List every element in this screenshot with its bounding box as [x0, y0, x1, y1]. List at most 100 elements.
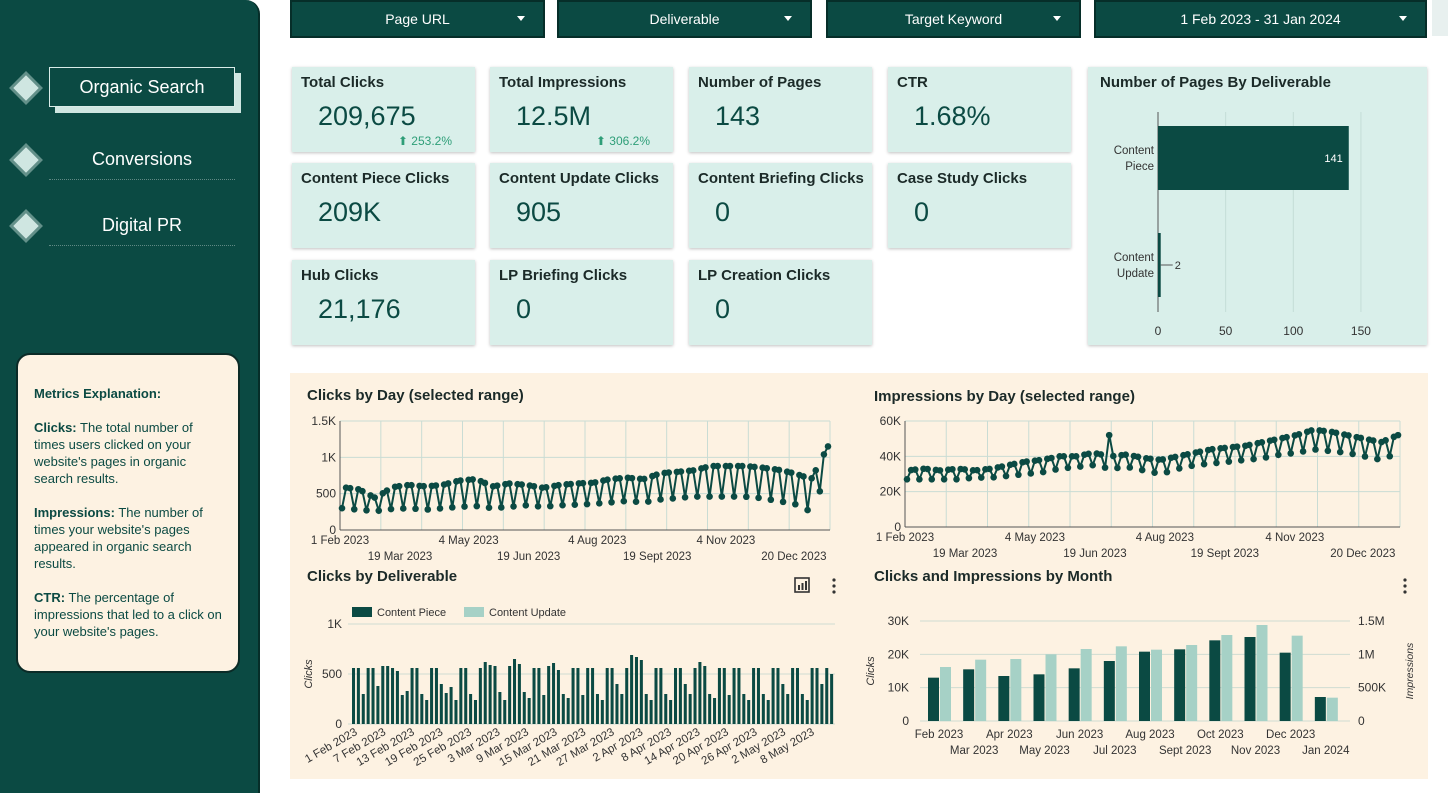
data-point — [1246, 441, 1253, 449]
pages-by-deliverable-chart: 0 50 100 150 Content Piece 141 Content Update 2 — [1114, 112, 1371, 338]
filter-date-range[interactable]: 1 Feb 2023 - 31 Jan 2024 — [1094, 0, 1427, 38]
scorecard-ctr: CTR 1.68% — [888, 67, 1071, 152]
data-point — [510, 503, 517, 510]
bar — [683, 684, 687, 724]
data-point — [448, 504, 456, 511]
data-point — [399, 505, 407, 512]
sidebar-item-label[interactable]: Organic Search — [49, 67, 235, 107]
sidebar-item-label[interactable]: Conversions — [49, 140, 235, 180]
sidebar-item-digital-pr[interactable]: Digital PR — [0, 201, 258, 251]
bar — [532, 668, 536, 724]
data-point — [1114, 464, 1121, 472]
data-point — [542, 484, 550, 491]
data-point — [346, 484, 354, 492]
data-point — [1312, 446, 1319, 453]
clicks-impressions-by-month-chart: 0 10K 20K 30K 0 500K 1M 1.5M Clicks Impressions Fe… — [865, 614, 1416, 757]
charts-panel: Clicks by Day (selected range) Impressio… — [290, 373, 1428, 779]
data-point — [1134, 453, 1142, 461]
data-point — [1374, 455, 1381, 463]
bar — [756, 668, 760, 724]
data-point — [1159, 456, 1167, 463]
y-tick-label-left: 10K — [888, 681, 909, 695]
data-point — [1002, 472, 1010, 480]
data-point — [493, 482, 501, 489]
bar — [503, 700, 507, 724]
filter-page-url[interactable]: Page URL — [290, 0, 545, 38]
bar — [391, 668, 395, 724]
y-axis-label-left: Clicks — [865, 656, 877, 686]
data-point — [820, 451, 828, 458]
x-tick-label: 19 Jun 2023 — [497, 551, 560, 563]
data-point — [949, 465, 956, 473]
scorecard-value: 1.68% — [914, 101, 991, 131]
data-point — [604, 476, 611, 484]
bar-clicks — [1314, 697, 1326, 721]
category-label: Content — [1114, 145, 1155, 157]
data-point — [640, 475, 648, 483]
data-point — [977, 474, 985, 481]
data-point — [473, 502, 481, 510]
bar — [669, 700, 673, 724]
data-point — [1221, 444, 1229, 452]
bar — [805, 700, 809, 724]
y-tick-label: 40K — [880, 449, 901, 463]
x-tick-label: Dec 2023 — [1266, 729, 1315, 741]
data-point — [1299, 448, 1307, 455]
data-point — [387, 505, 395, 513]
bar — [444, 693, 448, 724]
data-point — [457, 477, 464, 484]
bar-clicks — [1139, 651, 1150, 721]
bar — [810, 668, 814, 724]
data-point — [1072, 453, 1080, 460]
data-point — [616, 475, 624, 482]
bar — [678, 668, 682, 724]
data-point — [653, 471, 660, 478]
x-tick-label: 19 Sept 2023 — [1191, 548, 1259, 560]
bar — [591, 668, 595, 724]
bar — [766, 700, 770, 724]
bar — [517, 664, 521, 724]
x-tick-label: 19 Mar 2023 — [933, 548, 998, 560]
scorecard-case-study-clicks: Case Study Clicks 0 — [888, 163, 1071, 248]
bar — [630, 655, 634, 724]
data-point — [591, 479, 599, 486]
filter-target-keyword[interactable]: Target Keyword — [826, 0, 1081, 38]
data-point — [1369, 437, 1377, 444]
x-tick-label: 1 Feb 2023 — [311, 535, 369, 547]
data-point — [730, 493, 738, 500]
sidebar-item-organic-search[interactable]: Organic Search — [0, 63, 258, 113]
bar — [356, 668, 360, 724]
caret-down-icon — [1053, 16, 1061, 21]
x-tick-label: 20 Dec 2023 — [761, 551, 826, 563]
filter-deliverable[interactable]: Deliverable — [557, 0, 812, 38]
bar-clicks — [1244, 637, 1256, 721]
data-point — [808, 475, 815, 482]
x-tick-label: Sept 2023 — [1159, 745, 1211, 757]
bar-clicks — [928, 677, 939, 721]
scorecard-title: Total Clicks — [301, 74, 385, 91]
y-tick-label-left: 20K — [888, 647, 909, 661]
sidebar-item-conversions[interactable]: Conversions — [0, 135, 258, 185]
data-point — [1060, 453, 1068, 460]
bar — [376, 686, 380, 724]
bar — [483, 662, 487, 724]
bar — [610, 668, 614, 724]
data-point — [1386, 452, 1394, 460]
data-point — [632, 498, 640, 506]
y-tick-label: 1K — [321, 450, 336, 464]
clicks-by-deliverable-chart: 05001KClicksContent Piece Content Update1… — [303, 607, 835, 769]
data-point — [1345, 432, 1352, 439]
sidebar-item-label[interactable]: Digital PR — [49, 206, 235, 246]
data-point — [804, 506, 811, 514]
clicks-term: Clicks: — [34, 420, 77, 435]
x-tick-label: 19 Mar 2023 — [368, 551, 433, 563]
bar — [688, 694, 692, 724]
data-point — [718, 493, 726, 500]
bar — [366, 668, 370, 724]
scorecard-content-briefing-clicks: Content Briefing Clicks 0 — [689, 163, 872, 248]
bar — [415, 668, 419, 724]
data-point — [965, 474, 973, 482]
bar — [473, 700, 477, 724]
data-point — [485, 504, 493, 512]
filter-label: Page URL — [385, 11, 450, 27]
